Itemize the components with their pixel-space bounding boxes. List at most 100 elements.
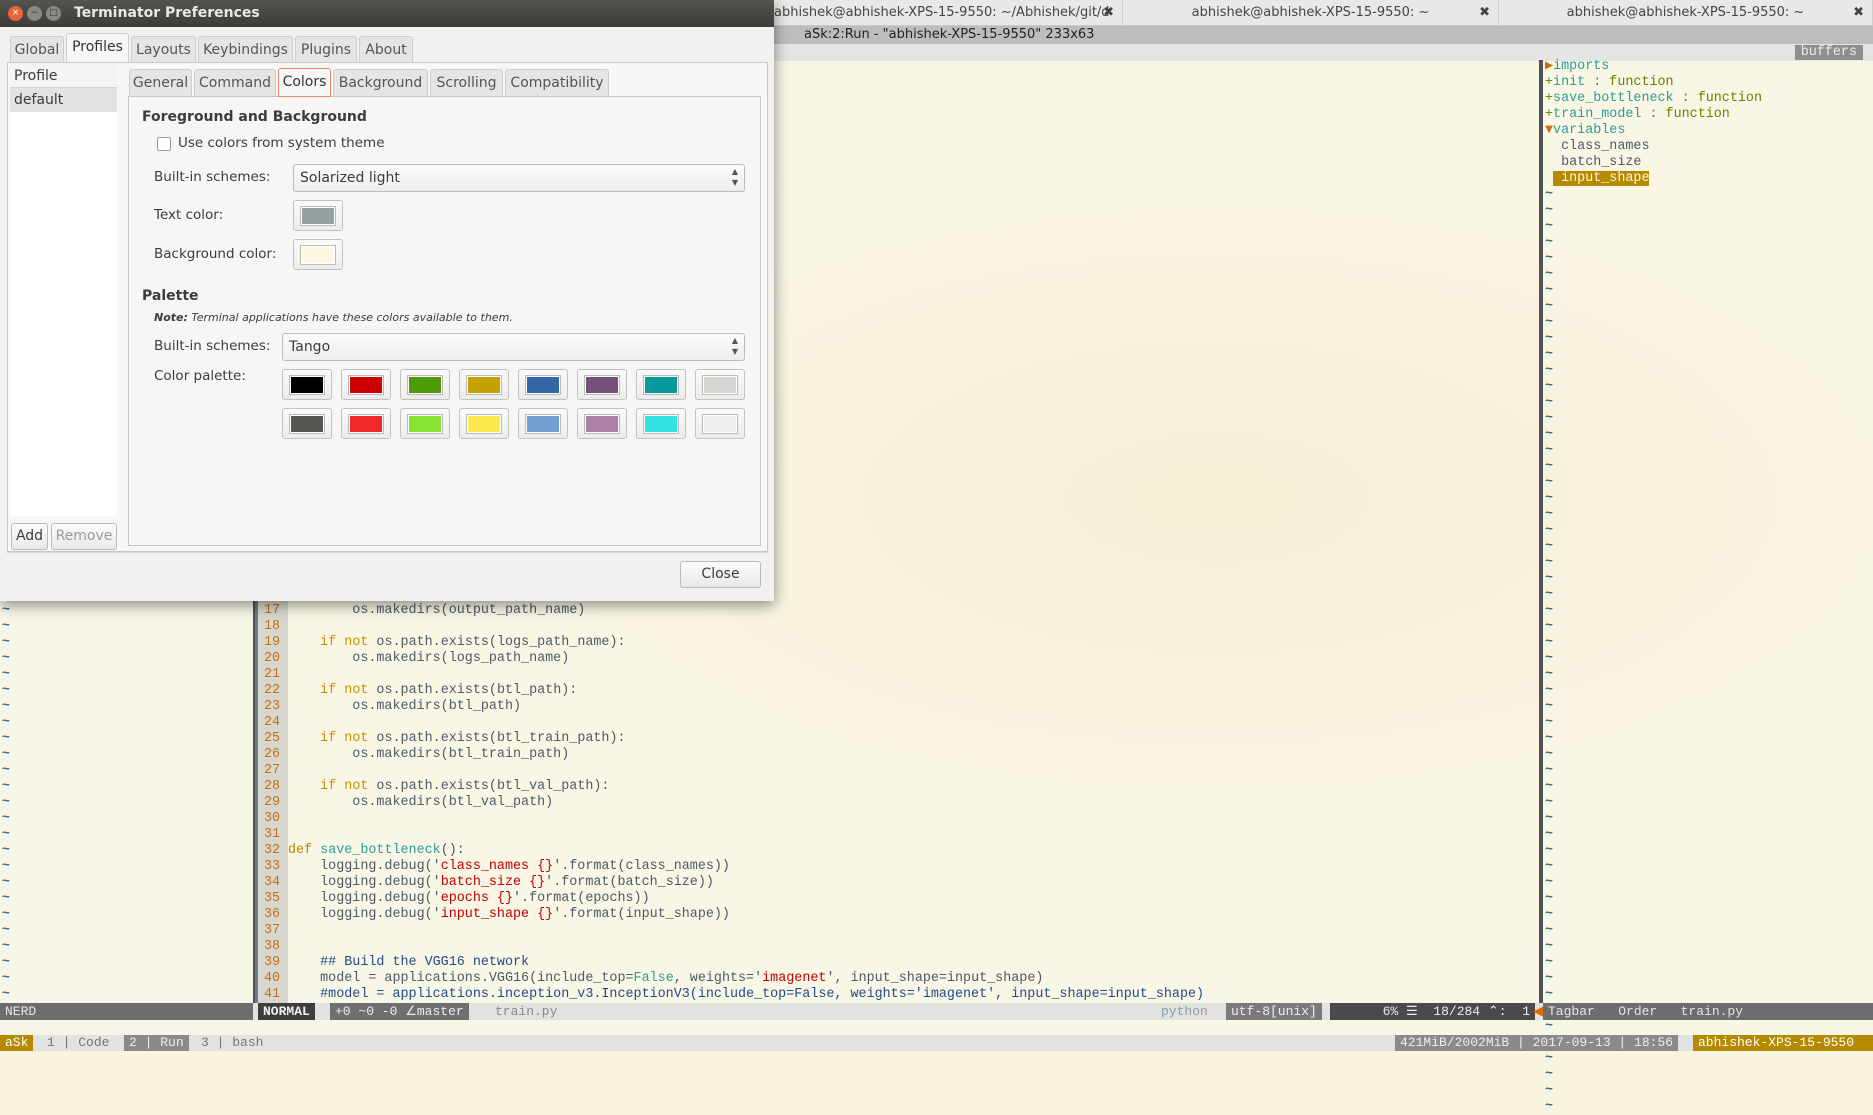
tab-keybindings[interactable]: Keybindings xyxy=(198,36,293,62)
palette-color-button[interactable] xyxy=(518,369,568,400)
palette-color-button[interactable] xyxy=(577,408,627,439)
tagbar-item[interactable]: input_shape xyxy=(1545,171,1873,187)
code-line[interactable]: 34 logging.debug('batch_size {}'.format(… xyxy=(258,875,1539,891)
empty-line-marker: ~ xyxy=(1545,427,1554,442)
tab-about[interactable]: About xyxy=(359,36,413,62)
tagbar-item[interactable]: class_names xyxy=(1545,139,1873,155)
tagbar-item[interactable]: +train_model : function xyxy=(1545,107,1873,123)
add-profile-button[interactable]: Add xyxy=(11,523,48,550)
code-line[interactable]: 27 xyxy=(258,763,1539,779)
palette-color-swatch xyxy=(702,414,738,434)
terminal-tab[interactable]: abhishek@abhishek-XPS-15-9550: ~ ✖ xyxy=(1499,0,1873,26)
palette-color-swatch xyxy=(466,414,502,434)
code-token: #model = applications.inception_v3.Incep… xyxy=(288,987,1205,1002)
palette-color-button[interactable] xyxy=(459,369,509,400)
code-line[interactable]: 36 logging.debug('input_shape {}'.format… xyxy=(258,907,1539,923)
tagbar-status: Tagbar Order train.py xyxy=(1543,1003,1873,1020)
palette-color-button[interactable] xyxy=(282,369,332,400)
close-button[interactable]: Close xyxy=(680,561,761,588)
code-line[interactable]: 17 os.makedirs(output_path_name) xyxy=(258,603,1539,619)
tagbar-item[interactable]: ▼variables xyxy=(1545,123,1873,139)
fg-scheme-select[interactable]: Solarized light ▲ ▼ xyxy=(293,164,745,192)
tagbar-item[interactable]: ▶imports xyxy=(1545,59,1873,75)
close-icon[interactable]: ✖ xyxy=(1103,0,1114,26)
subtab-scrolling[interactable]: Scrolling xyxy=(430,69,503,96)
code-line[interactable]: 29 os.makedirs(btl_val_path) xyxy=(258,795,1539,811)
window-minimize-icon[interactable]: − xyxy=(27,6,42,21)
close-icon[interactable]: ✖ xyxy=(1853,0,1864,26)
empty-line-marker: ~ xyxy=(1545,731,1554,746)
bg-color-button[interactable] xyxy=(293,239,343,270)
code-line[interactable]: 20 os.makedirs(logs_path_name) xyxy=(258,651,1539,667)
remove-profile-button[interactable]: Remove xyxy=(51,523,117,550)
palette-color-button[interactable] xyxy=(400,369,450,400)
tagbar-item[interactable]: +init : function xyxy=(1545,75,1873,91)
tab-layouts[interactable]: Layouts xyxy=(131,36,196,62)
code-line[interactable]: 18 xyxy=(258,619,1539,635)
close-icon[interactable]: ✖ xyxy=(1479,0,1490,26)
code-line[interactable]: 21 xyxy=(258,667,1539,683)
code-line[interactable]: 31 xyxy=(258,827,1539,843)
tag-marker-icon: ▶ xyxy=(1545,59,1554,74)
palette-color-button[interactable] xyxy=(459,408,509,439)
palette-color-button[interactable] xyxy=(695,369,745,400)
tagbar-item[interactable]: +save_bottleneck : function xyxy=(1545,91,1873,107)
subtab-background[interactable]: Background xyxy=(333,69,428,96)
code-line[interactable]: 40 model = applications.VGG16(include_to… xyxy=(258,971,1539,987)
code-line[interactable]: 38 xyxy=(258,939,1539,955)
terminal-tab[interactable]: abhishek@abhishek-XPS-15-9550: ~/Abhishe… xyxy=(774,0,1123,26)
code-line[interactable]: 39 ## Build the VGG16 network xyxy=(258,955,1539,971)
window-maximize-icon[interactable]: □ xyxy=(46,6,61,21)
palette-color-button[interactable] xyxy=(341,369,391,400)
palette-color-button[interactable] xyxy=(518,408,568,439)
bg-color-swatch xyxy=(300,245,336,265)
palette-color-button[interactable] xyxy=(577,369,627,400)
profile-item-default[interactable]: default xyxy=(10,88,117,112)
tab-label: abhishek@abhishek-XPS-15-9550: ~ xyxy=(1566,5,1805,20)
code-line[interactable]: 32 def save_bottleneck(): xyxy=(258,843,1539,859)
code-line[interactable]: 22 if not os.path.exists(btl_path): xyxy=(258,683,1539,699)
palette-color-button[interactable] xyxy=(695,408,745,439)
palette-color-button[interactable] xyxy=(282,408,332,439)
code-line[interactable]: 30 xyxy=(258,811,1539,827)
code-line[interactable]: 25 if not os.path.exists(btl_train_path)… xyxy=(258,731,1539,747)
code-editor[interactable]: 17 os.makedirs(output_path_name) 18 19 if … xyxy=(258,603,1539,1003)
tab-global[interactable]: Global xyxy=(10,36,64,62)
subtab-colors[interactable]: Colors xyxy=(278,68,331,97)
palette-scheme-select[interactable]: Tango ▲ ▼ xyxy=(282,333,745,361)
dialog-titlebar[interactable]: Terminator Preferences xyxy=(0,0,774,27)
code-line[interactable]: 19 if not os.path.exists(logs_path_name)… xyxy=(258,635,1539,651)
code-line[interactable]: 23 os.makedirs(btl_path) xyxy=(258,699,1539,715)
palette-color-button[interactable] xyxy=(400,408,450,439)
window-close-icon[interactable]: × xyxy=(8,6,23,21)
code-line[interactable]: 41 #model = applications.inception_v3.In… xyxy=(258,987,1539,1003)
use-system-colors-checkbox[interactable] xyxy=(157,137,171,151)
code-line[interactable]: 33 logging.debug('class_names {}'.format… xyxy=(258,859,1539,875)
palette-color-button[interactable] xyxy=(636,369,686,400)
profile-list-header[interactable]: Profile xyxy=(10,64,117,88)
tagbar-item[interactable]: batch_size xyxy=(1545,155,1873,171)
tab-plugins[interactable]: Plugins xyxy=(295,36,357,62)
tmux-window[interactable]: 3 | bash xyxy=(196,1035,268,1051)
terminal-tab[interactable]: abhishek@abhishek-XPS-15-9550: ~ ✖ xyxy=(1123,0,1499,26)
split-separator[interactable] xyxy=(1539,60,1543,1003)
line-number: 20 xyxy=(264,651,281,666)
code-line[interactable]: 26 os.makedirs(btl_train_path) xyxy=(258,747,1539,763)
tab-profiles[interactable]: Profiles xyxy=(66,33,129,62)
code-line[interactable]: 35 logging.debug('epochs {}'.format(epoc… xyxy=(258,891,1539,907)
tmux-window[interactable]: 1 | Code xyxy=(42,1035,114,1051)
subtab-general[interactable]: General xyxy=(129,69,192,96)
empty-line-marker: ~ xyxy=(1545,571,1554,586)
code-line[interactable]: 37 xyxy=(258,923,1539,939)
text-color-button[interactable] xyxy=(293,200,343,231)
tagbar-panel[interactable]: ▶imports +init : function +save_bottleneck… xyxy=(1545,59,1873,1115)
subtab-command[interactable]: Command xyxy=(194,69,276,96)
palette-color-button[interactable] xyxy=(341,408,391,439)
subtab-compatibility[interactable]: Compatibility xyxy=(505,69,609,96)
window-name: Code xyxy=(78,1035,110,1050)
code-line[interactable]: 28 if not os.path.exists(btl_val_path): xyxy=(258,779,1539,795)
code-line[interactable]: 24 xyxy=(258,715,1539,731)
palette-color-button[interactable] xyxy=(636,408,686,439)
tmux-window-active[interactable]: 2 | Run xyxy=(124,1035,189,1051)
line-number: 31 xyxy=(264,827,281,842)
